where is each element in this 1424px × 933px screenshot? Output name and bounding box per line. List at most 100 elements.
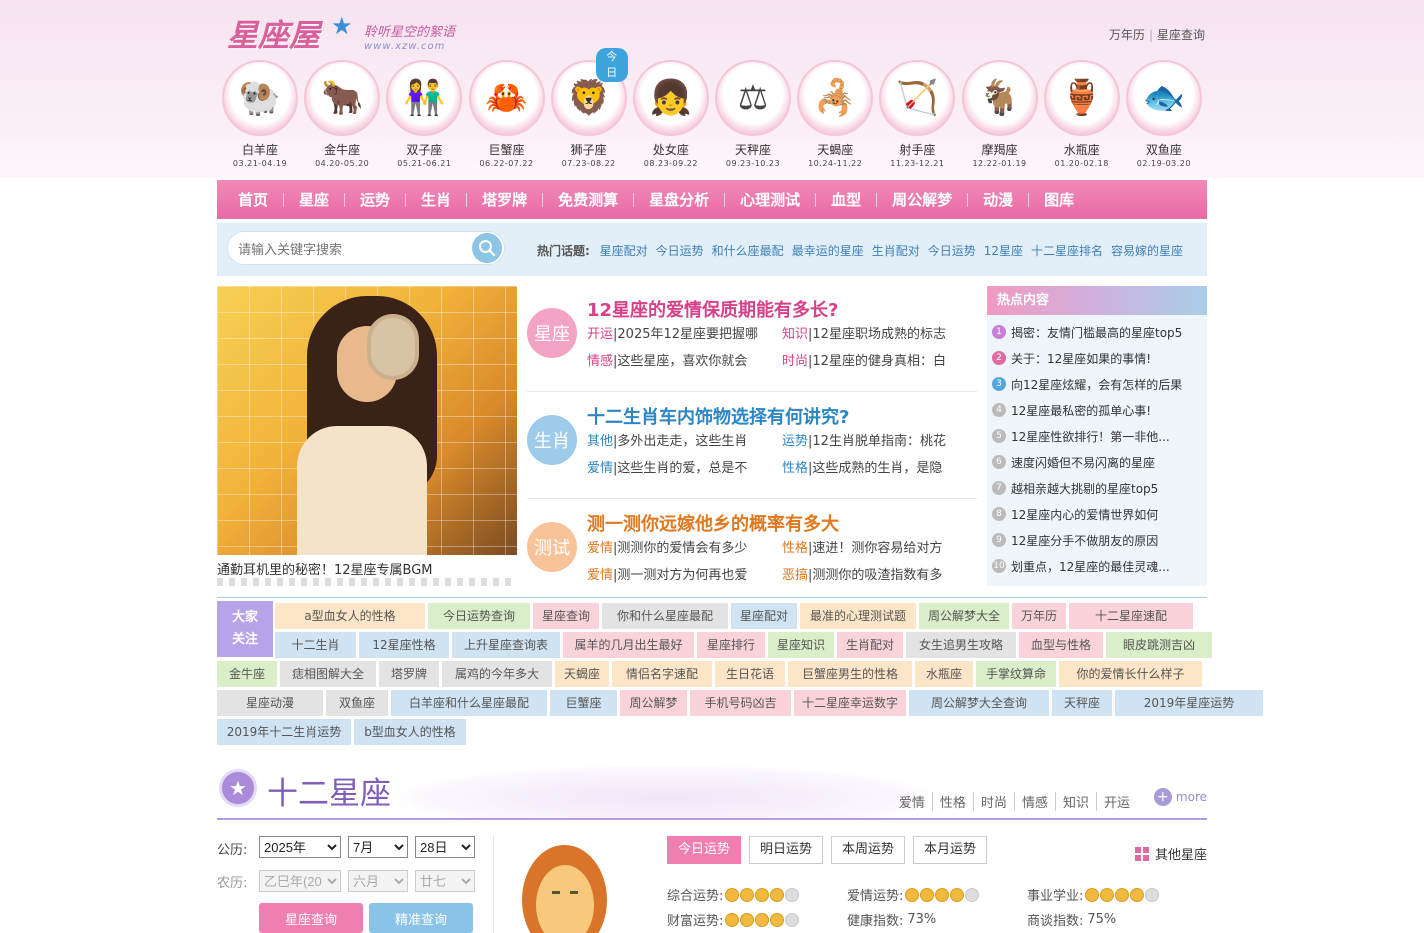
hot-topic-link[interactable]: 生肖配对 — [872, 244, 920, 258]
nav-item[interactable]: 塔罗牌 — [467, 189, 542, 210]
nav-item[interactable]: 首页 — [223, 189, 283, 210]
news-item[interactable]: 爱情|测一测对方为何再也爱 — [587, 564, 767, 583]
tag-link[interactable]: 你和什么星座最配 — [602, 603, 728, 629]
lunar-day-select[interactable]: 廿七 — [415, 870, 475, 892]
hot-content-item[interactable]: 3 向12星座炫耀，会有怎样的后果 — [992, 371, 1201, 397]
lunar-month-select[interactable]: 六月 — [348, 870, 408, 892]
tag-link[interactable]: 周公解梦大全 — [919, 603, 1009, 629]
tag-link[interactable]: 双鱼座 — [326, 690, 388, 716]
more-link[interactable]: + more — [1153, 788, 1207, 806]
tag-link[interactable]: 天蝎座 — [555, 661, 609, 687]
tag-link[interactable]: 十二星座速配 — [1069, 603, 1193, 629]
nav-item[interactable]: 运势 — [345, 189, 405, 210]
search-input[interactable] — [238, 239, 458, 259]
hot-content-item[interactable]: 1 揭密：友情门槛最高的星座top5 — [992, 319, 1201, 345]
news-item[interactable]: 爱情|测测你的爱情会有多少 — [587, 537, 767, 556]
news-item[interactable]: 运势|12生肖脱单指南：桃花 — [782, 430, 962, 449]
tag-link[interactable]: 你的爱情长什么样子 — [1059, 661, 1202, 687]
tag-link[interactable]: 金牛座 — [217, 661, 277, 687]
zodiac-sign-4[interactable]: 🦁 狮子座 07.23-08.22 今日 — [550, 48, 628, 176]
tag-link[interactable]: 白羊座和什么星座最配 — [391, 690, 547, 716]
tag-link[interactable]: 星座配对 — [731, 603, 797, 629]
month-select[interactable]: 7月 — [348, 836, 408, 858]
site-logo[interactable]: 星座屋 ★ 聆听星空的絮语 www.xzw.com — [227, 10, 467, 54]
feature-caption[interactable]: 通勤耳机里的秘密！12星座专属BGM — [217, 559, 433, 578]
section-link[interactable]: 开运 — [1095, 792, 1137, 811]
zodiac-sign-2[interactable]: 👫 双子座 05.21-06.21 — [385, 56, 463, 176]
tag-link[interactable]: 十二星座幸运数字 — [794, 690, 906, 716]
news-item[interactable]: 其他|多外出走走，这些生肖 — [587, 430, 767, 449]
hot-topic-link[interactable]: 今日运势 — [656, 244, 704, 258]
tag-link[interactable]: 星座动漫 — [217, 690, 323, 716]
news-item[interactable]: 性格|这些成熟的生肖，是隐 — [782, 457, 962, 476]
tag-link[interactable]: 2019年十二生肖运势 — [217, 719, 351, 745]
tag-link[interactable]: 万年历 — [1012, 603, 1066, 629]
tag-link[interactable]: 2019年星座运势 — [1115, 690, 1263, 716]
hot-topic-link[interactable]: 和什么座最配 — [712, 244, 784, 258]
other-signs-link[interactable]: 其他星座 — [1134, 844, 1207, 863]
nav-item[interactable]: 动漫 — [968, 189, 1028, 210]
news-headline[interactable]: 测一测你远嫁他乡的概率有多大 — [587, 510, 839, 536]
zodiac-sign-11[interactable]: 🐟 双鱼座 02.19-03.20 — [1125, 56, 1203, 176]
fortune-tab[interactable]: 明日运势 — [749, 836, 824, 864]
feature-story[interactable]: 通勤耳机里的秘密！12星座专属BGM — [217, 286, 517, 586]
hot-content-item[interactable]: 6 速度闪婚但不易闪离的星座 — [992, 449, 1201, 475]
news-item[interactable]: 恶搞|测测你的吸渣指数有多 — [782, 564, 962, 583]
lunar-year-select[interactable]: 乙巳年(20 — [259, 870, 341, 892]
nav-item[interactable]: 生肖 — [406, 189, 466, 210]
nav-item[interactable]: 星座 — [284, 189, 344, 210]
tag-link[interactable]: 星座知识 — [768, 632, 834, 658]
zodiac-sign-1[interactable]: 🐂 金牛座 04.20-05.20 — [303, 56, 381, 176]
section-link[interactable]: 性格 — [931, 792, 973, 811]
tag-link[interactable]: 十二生肖 — [275, 632, 356, 658]
category-badge[interactable]: 生肖 — [527, 415, 577, 465]
zodiac-sign-5[interactable]: 👧 处女座 08.23-09.22 — [632, 56, 710, 176]
fortune-tab[interactable]: 今日运势 — [667, 836, 742, 864]
tag-link[interactable]: 巨蟹座男生的性格 — [788, 661, 912, 687]
zodiac-query-button[interactable]: 星座查询 — [259, 903, 363, 933]
news-item[interactable]: 性格|速进！测你容易给对方 — [782, 537, 962, 556]
news-item[interactable]: 情感|这些星座，喜欢你就会 — [587, 350, 767, 369]
news-headline[interactable]: 十二生肖车内饰物选择有何讲究? — [587, 403, 849, 429]
tag-link[interactable]: a型血女人的性格 — [275, 603, 425, 629]
day-select[interactable]: 28日 — [415, 836, 475, 858]
fortune-tab[interactable]: 本月运势 — [913, 836, 988, 864]
news-headline[interactable]: 12星座的爱情保质期能有多长? — [587, 296, 839, 322]
calendar-link[interactable]: 万年历 — [1109, 28, 1145, 42]
hot-topic-link[interactable]: 最幸运的星座 — [792, 244, 864, 258]
hot-topic-link[interactable]: 今日运势 — [928, 244, 976, 258]
nav-item[interactable]: 心理测试 — [725, 189, 815, 210]
nav-item[interactable]: 血型 — [816, 189, 876, 210]
category-badge[interactable]: 测试 — [527, 522, 577, 572]
hot-topic-link[interactable]: 12星座 — [984, 244, 1023, 258]
fortune-tab[interactable]: 本周运势 — [831, 836, 906, 864]
hot-topic-link[interactable]: 星座配对 — [600, 244, 648, 258]
tag-link[interactable]: 生肖配对 — [837, 632, 903, 658]
hot-content-item[interactable]: 2 关于：12星座如果的事情! — [992, 345, 1201, 371]
news-item[interactable]: 时尚|12星座的健身真相：白 — [782, 350, 962, 369]
hot-content-item[interactable]: 9 12星座分手不做朋友的原因 — [992, 527, 1201, 553]
tag-link[interactable]: 星座排行 — [697, 632, 765, 658]
tag-link[interactable]: 12星座性格 — [359, 632, 449, 658]
tag-link[interactable]: 手掌纹算命 — [976, 661, 1056, 687]
hot-topic-link[interactable]: 容易嫁的星座 — [1111, 244, 1183, 258]
nav-item[interactable]: 星盘分析 — [634, 189, 724, 210]
tag-link[interactable]: 手机号码凶吉 — [690, 690, 791, 716]
zodiac-sign-6[interactable]: ⚖ 天秤座 09.23-10.23 — [714, 56, 792, 176]
tag-link[interactable]: 上升星座查询表 — [452, 632, 560, 658]
zodiac-sign-0[interactable]: 🐏 白羊座 03.21-04.19 — [221, 56, 299, 176]
tag-link[interactable]: 女生追男生攻略 — [906, 632, 1016, 658]
news-item[interactable]: 开运|2025年12星座要把握哪 — [587, 323, 767, 342]
category-badge[interactable]: 星座 — [527, 308, 577, 358]
section-link[interactable]: 情感 — [1013, 792, 1055, 811]
tag-link[interactable]: 痣相图解大全 — [280, 661, 376, 687]
zodiac-sign-8[interactable]: 🏹 射手座 11.23-12.21 — [878, 56, 956, 176]
tag-link[interactable]: 天秤座 — [1052, 690, 1112, 716]
news-item[interactable]: 知识|12星座职场成熟的标志 — [782, 323, 962, 342]
hot-content-item[interactable]: 4 12星座最私密的孤单心事! — [992, 397, 1201, 423]
tag-link[interactable]: 周公解梦大全查询 — [909, 690, 1049, 716]
zodiac-sign-9[interactable]: 🐐 摩羯座 12.22-01.19 — [961, 56, 1039, 176]
nav-item[interactable]: 图库 — [1029, 189, 1089, 210]
feature-photo[interactable] — [217, 286, 517, 555]
section-link[interactable]: 爱情 — [892, 792, 932, 811]
